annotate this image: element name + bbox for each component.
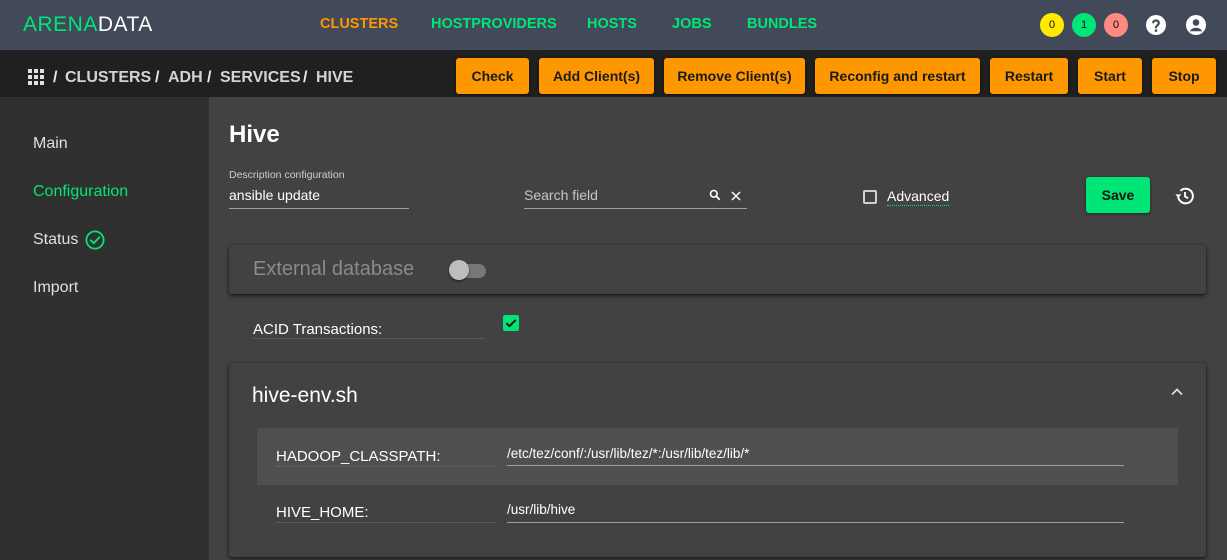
description-underline	[229, 208, 409, 209]
add-clients-button[interactable]: Add Client(s)	[539, 58, 654, 94]
restart-button[interactable]: Restart	[990, 58, 1068, 94]
nav-hosts[interactable]: HOSTS	[587, 16, 637, 32]
advanced-checkbox[interactable]	[863, 190, 877, 204]
breadcrumb-separator: /	[303, 69, 308, 86]
remove-clients-button[interactable]: Remove Client(s)	[664, 58, 805, 94]
nav-jobs[interactable]: JOBS	[672, 16, 712, 32]
account-icon[interactable]	[1184, 13, 1208, 37]
search-underline	[524, 208, 747, 209]
reconfig-restart-button[interactable]: Reconfig and restart	[815, 58, 980, 94]
search-icon	[709, 189, 721, 201]
start-button[interactable]: Start	[1078, 58, 1142, 94]
left-sidebar	[0, 97, 209, 560]
sidebar-item-main[interactable]: Main	[33, 135, 68, 153]
page-title: Hive	[229, 121, 280, 148]
check-button[interactable]: Check	[456, 58, 529, 94]
description-input[interactable]: ansible update	[229, 187, 320, 203]
group-title: hive-env.sh	[252, 384, 358, 407]
breadcrumb-clusters[interactable]: CLUSTERS	[65, 69, 151, 87]
field-divider	[253, 338, 485, 339]
stop-button[interactable]: Stop	[1152, 58, 1216, 94]
history-icon[interactable]	[1174, 185, 1196, 207]
sidebar-item-import[interactable]: Import	[33, 279, 78, 297]
toggle-thumb[interactable]	[449, 260, 469, 280]
hive-home-underline	[507, 522, 1124, 523]
chevron-up-icon[interactable]	[1170, 387, 1184, 397]
sidebar-item-configuration[interactable]: Configuration	[33, 183, 128, 201]
jobs-success-badge[interactable]: 1	[1072, 13, 1096, 37]
hadoop-classpath-underline	[507, 465, 1124, 466]
field-divider	[276, 522, 496, 523]
apps-grid-icon[interactable]	[28, 69, 44, 85]
nav-bundles[interactable]: BUNDLES	[747, 16, 817, 32]
breadcrumb-separator: /	[207, 69, 212, 86]
save-button[interactable]: Save	[1086, 177, 1150, 213]
description-label: Description configuration	[229, 169, 345, 181]
acid-transactions-label: ACID Transactions:	[253, 321, 383, 338]
hive-home-label: HIVE_HOME:	[276, 504, 369, 521]
sidebar-item-status[interactable]: Status	[33, 231, 78, 249]
advanced-label[interactable]: Advanced	[887, 188, 950, 206]
jobs-failed-badge[interactable]: 0	[1104, 13, 1128, 37]
breadcrumb-separator: /	[155, 69, 160, 86]
nav-clusters[interactable]: CLUSTERS	[320, 16, 398, 32]
status-ok-icon	[85, 230, 105, 250]
help-icon[interactable]	[1144, 13, 1168, 37]
external-database-label: External database	[253, 258, 415, 280]
breadcrumb-adh[interactable]: ADH	[168, 69, 203, 87]
breadcrumb-hive: HIVE	[316, 69, 354, 86]
arenadata-logo[interactable]: ARENADATA	[23, 13, 153, 37]
clear-search-icon[interactable]	[731, 191, 741, 201]
hadoop-classpath-label: HADOOP_CLASSPATH:	[276, 448, 441, 465]
field-divider	[276, 466, 496, 467]
hive-home-input[interactable]: /usr/lib/hive	[507, 502, 575, 517]
breadcrumb-services[interactable]: SERVICES	[220, 69, 301, 87]
checkmark-icon	[505, 319, 517, 328]
nav-hostproviders[interactable]: HOSTPROVIDERS	[431, 16, 557, 32]
hadoop-classpath-input[interactable]: /etc/tez/conf/:/usr/lib/tez/*:/usr/lib/t…	[507, 446, 749, 461]
breadcrumb-separator: /	[53, 69, 58, 86]
acid-transactions-checkbox[interactable]	[503, 315, 519, 331]
search-input[interactable]: Search field	[524, 187, 598, 203]
jobs-running-badge[interactable]: 0	[1040, 13, 1064, 37]
